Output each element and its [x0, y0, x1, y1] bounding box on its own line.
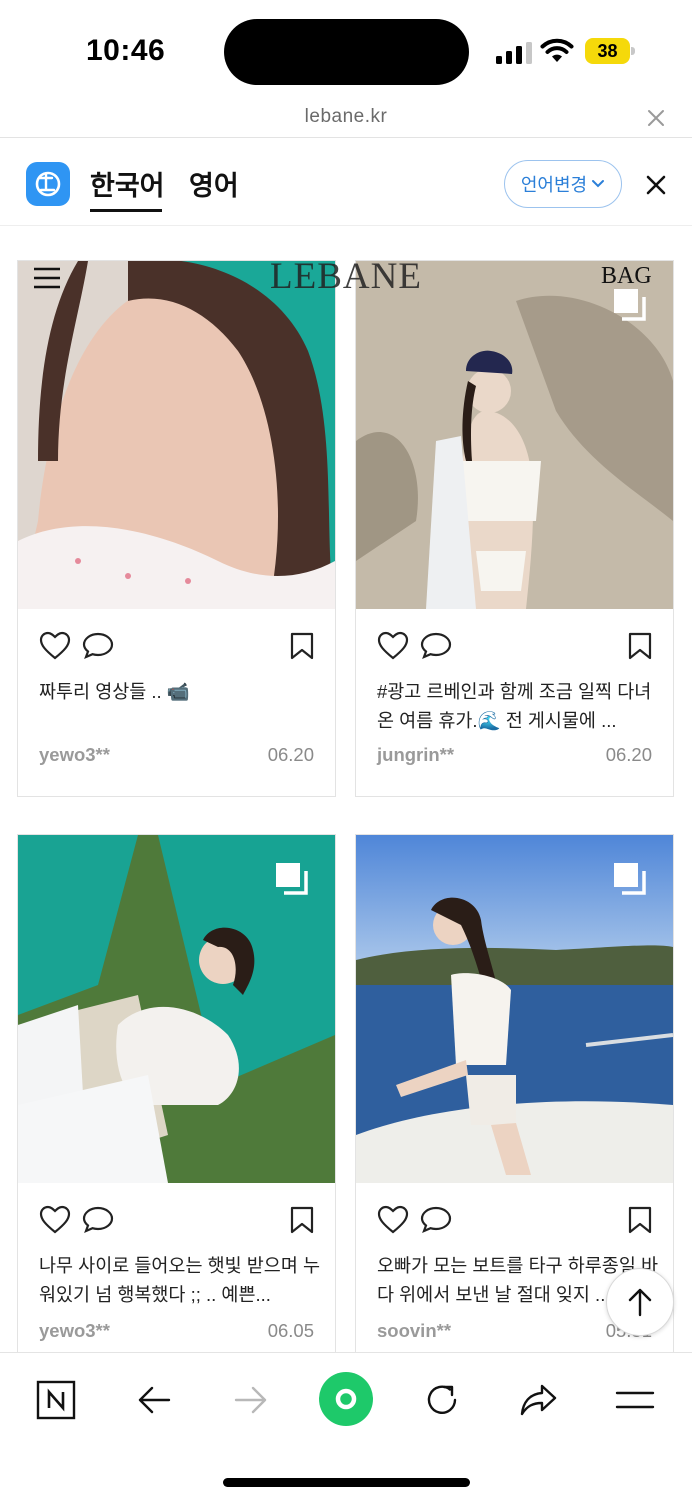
heart-icon[interactable]: [377, 631, 409, 661]
post-date: 06.20: [267, 744, 314, 765]
post-actions: [18, 631, 335, 665]
post-date: 06.05: [267, 1320, 314, 1341]
reload-button[interactable]: [417, 1375, 467, 1425]
heart-icon[interactable]: [39, 631, 71, 661]
comment-icon[interactable]: [81, 631, 115, 661]
scroll-to-top-button[interactable]: [606, 1268, 674, 1336]
reload-icon: [427, 1385, 457, 1414]
battery-icon: 38: [585, 38, 635, 64]
multi-image-icon: [276, 863, 308, 895]
cellular-signal-icon: [496, 42, 532, 64]
post-photo[interactable]: [356, 835, 673, 1183]
tab-korean[interactable]: 한국어: [90, 164, 165, 203]
url-bar[interactable]: lebane.kr: [0, 100, 692, 138]
naver-home-button[interactable]: [31, 1375, 81, 1425]
post-actions: [18, 1205, 335, 1239]
tab-english[interactable]: 영어: [189, 164, 239, 203]
url-text[interactable]: lebane.kr: [0, 106, 692, 128]
post-photo[interactable]: [356, 261, 673, 609]
naver-n-icon: [36, 1380, 76, 1420]
comment-icon[interactable]: [419, 631, 453, 661]
status-bar: 10:46 38: [0, 0, 692, 100]
share-icon: [520, 1384, 557, 1416]
post-caption: 짜투리 영상들 .. 📹: [39, 681, 190, 702]
post-user: soovin**: [377, 1320, 452, 1341]
close-icon[interactable]: [645, 107, 667, 129]
green-dot-icon: [335, 1388, 357, 1410]
post-user: yewo3**: [39, 1320, 110, 1341]
active-tab-indicator: [90, 209, 162, 212]
status-time: 10:46: [86, 34, 166, 67]
comment-icon[interactable]: [81, 1205, 115, 1235]
post-user: yewo3**: [39, 744, 110, 765]
heart-icon[interactable]: [377, 1205, 409, 1235]
arrow-up-icon: [628, 1288, 652, 1317]
site-logo[interactable]: LEBANE: [270, 255, 422, 298]
post-card[interactable]: #광고 르베인과 함께 조금 일찍 다녀온 여름 휴가.🌊 전 게시물에 ...…: [355, 260, 674, 797]
chevron-down-icon: [592, 180, 605, 188]
post-caption: 나무 사이로 들어오는 햇빛 받으며 누워있기 넘 행복했다 ;; .. 예쁜.…: [39, 1255, 321, 1305]
translator-logo-icon: [26, 162, 70, 206]
green-dot-button[interactable]: [319, 1372, 373, 1426]
change-language-button[interactable]: 언어변경: [504, 160, 622, 208]
comment-icon[interactable]: [419, 1205, 453, 1235]
post-card[interactable]: 짜투리 영상들 .. 📹 yewo3** 06.20: [17, 260, 336, 797]
translate-bar: 한국어 영어 언어변경: [0, 138, 692, 226]
change-language-label: 언어변경: [520, 175, 588, 195]
bookmark-icon[interactable]: [289, 632, 315, 660]
post-actions: [356, 1205, 673, 1239]
home-indicator: [223, 1478, 470, 1487]
share-button[interactable]: [513, 1375, 563, 1425]
post-photo[interactable]: [18, 835, 335, 1183]
back-button[interactable]: [129, 1375, 179, 1425]
battery-level: 38: [585, 38, 630, 64]
browser-toolbar: [0, 1352, 692, 1500]
multi-image-icon: [614, 863, 646, 895]
dynamic-island: [224, 19, 469, 85]
close-translate-icon[interactable]: [644, 173, 668, 197]
hamburger-menu-icon[interactable]: [33, 267, 61, 289]
post-card[interactable]: 나무 사이로 들어오는 햇빛 받으며 누워있기 넘 행복했다 ;; .. 예쁜.…: [17, 834, 336, 1352]
post-actions: [356, 631, 673, 665]
forward-arrow-icon: [234, 1386, 267, 1414]
heart-icon[interactable]: [39, 1205, 71, 1235]
bookmark-icon[interactable]: [627, 632, 653, 660]
post-date: 06.20: [605, 744, 652, 765]
wifi-icon: [540, 38, 574, 62]
menu-button[interactable]: [610, 1375, 660, 1425]
bookmark-icon[interactable]: [627, 1206, 653, 1234]
forward-button[interactable]: [226, 1375, 276, 1425]
bookmark-icon[interactable]: [289, 1206, 315, 1234]
menu-icon: [615, 1391, 655, 1409]
post-user: jungrin**: [377, 744, 455, 765]
web-content: 짜투리 영상들 .. 📹 yewo3** 06.20 #광고 르베인과 함께 조…: [0, 227, 692, 1352]
bag-link[interactable]: BAG: [601, 263, 652, 290]
post-caption: #광고 르베인과 함께 조금 일찍 다녀온 여름 휴가.🌊 전 게시물에 ...: [377, 681, 652, 731]
multi-image-icon: [614, 289, 646, 321]
back-arrow-icon: [138, 1386, 171, 1414]
post-photo[interactable]: [18, 261, 335, 609]
